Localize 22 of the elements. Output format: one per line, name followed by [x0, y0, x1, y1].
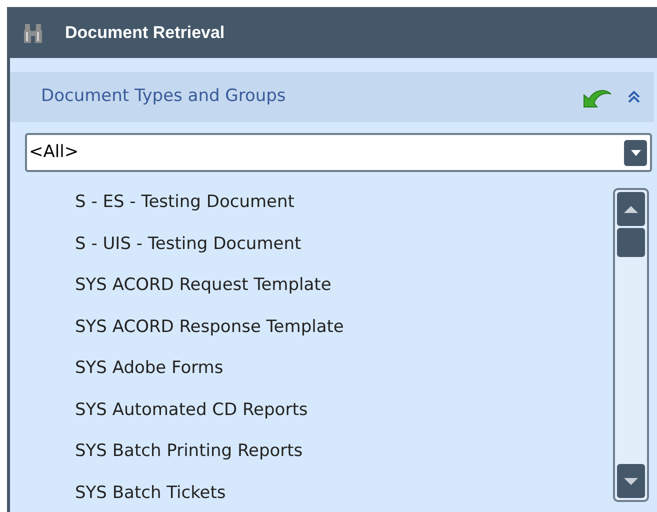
list-item[interactable]: SYS Batch Tickets: [75, 480, 226, 506]
scroll-down-button[interactable]: [617, 464, 645, 498]
list-item[interactable]: S - ES - Testing Document: [75, 190, 294, 216]
list-item[interactable]: SYS ACORD Request Template: [75, 273, 332, 298]
down-arrow-icon: [624, 478, 638, 484]
list-item[interactable]: S - UIS - Testing Document: [75, 232, 302, 257]
panel-title: Document Retrieval: [65, 22, 225, 44]
binoculars-icon: [23, 22, 43, 44]
scrollbar[interactable]: [613, 188, 649, 502]
list-item[interactable]: SYS Batch Printing Reports: [75, 439, 303, 464]
up-arrow-icon: [624, 206, 638, 212]
type-dropdown[interactable]: <All>: [25, 133, 652, 172]
list-item[interactable]: SYS ACORD Response Template: [75, 314, 344, 340]
section-header[interactable]: Document Types and Groups: [10, 72, 654, 122]
scroll-thumb[interactable]: [617, 228, 645, 257]
list-item[interactable]: SYS Adobe Forms: [75, 356, 224, 382]
section-title: Document Types and Groups: [41, 85, 287, 108]
list-item[interactable]: SYS Automated CD Reports: [75, 398, 308, 423]
caret-icon: [630, 150, 640, 156]
collapse-icon[interactable]: [628, 90, 640, 104]
scroll-up-button[interactable]: [617, 192, 645, 226]
dropdown-button[interactable]: [624, 140, 647, 166]
